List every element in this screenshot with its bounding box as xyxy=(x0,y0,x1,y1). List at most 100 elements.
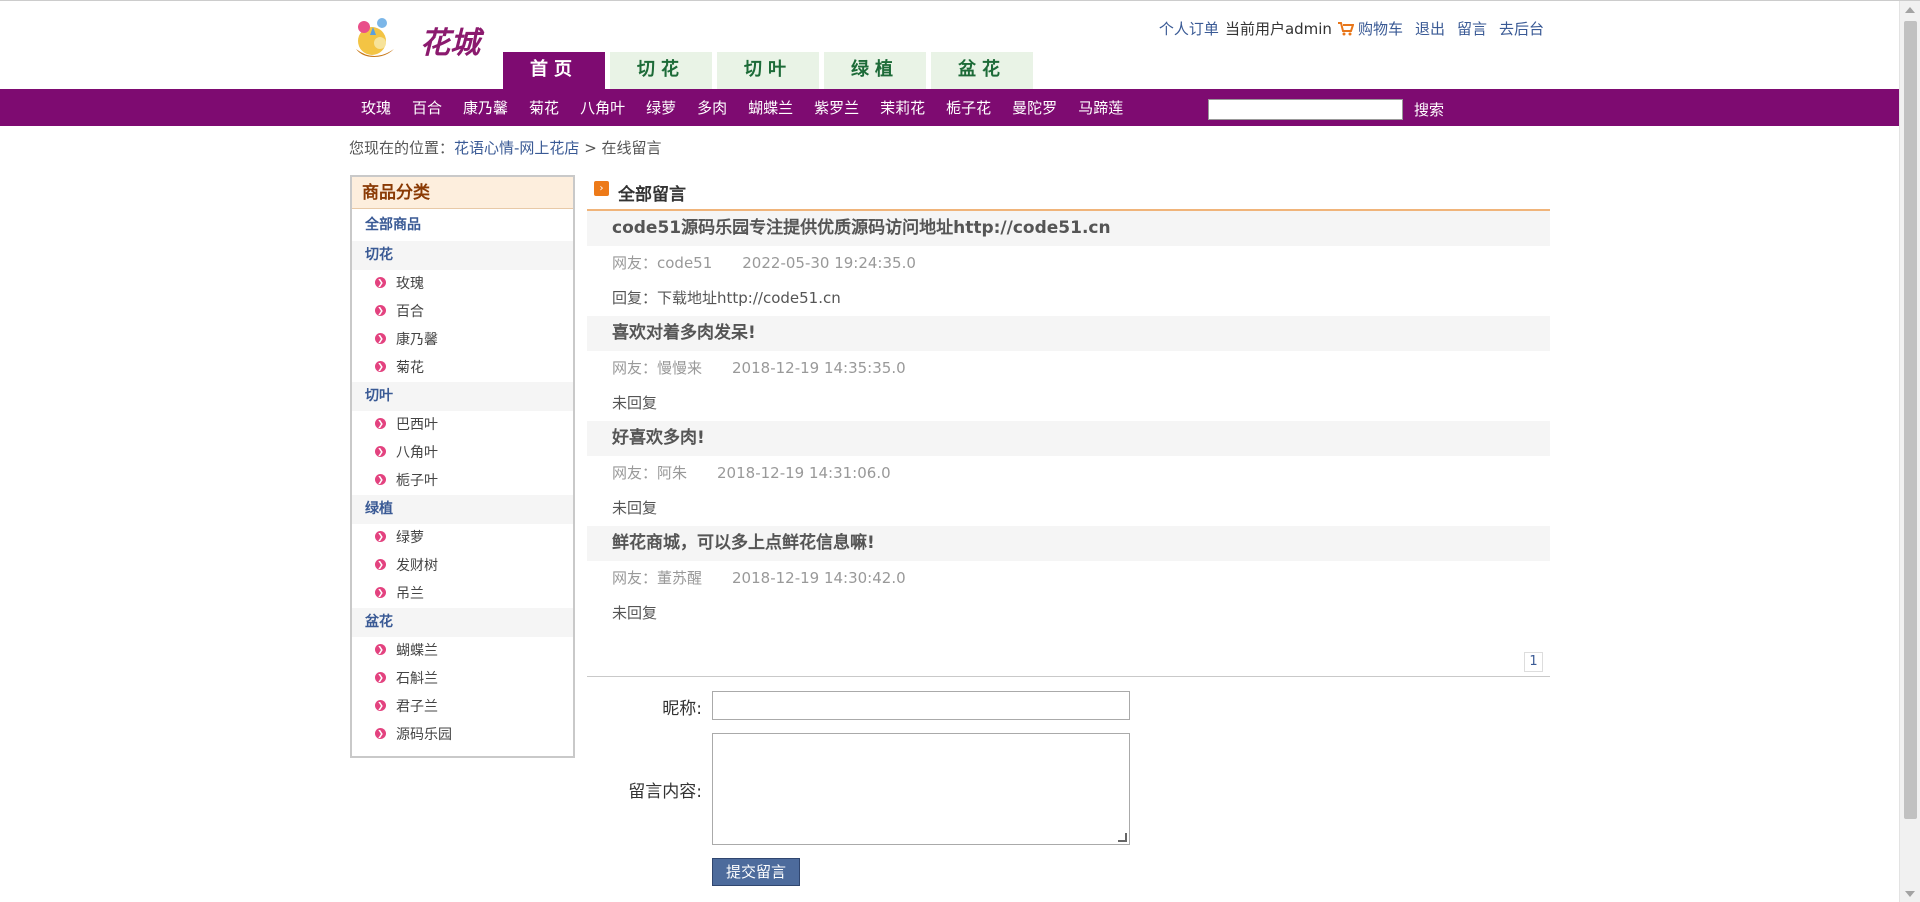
category-link[interactable]: 蝴蝶兰 xyxy=(748,97,793,118)
sidebar-group-cut-leaves[interactable]: 切叶 xyxy=(352,382,573,411)
category-link[interactable]: 玫瑰 xyxy=(361,97,391,118)
sidebar-item-label: 发财树 xyxy=(396,558,438,574)
scroll-thumb[interactable] xyxy=(1904,21,1917,819)
site-logo[interactable]: 花城 xyxy=(350,13,500,67)
search-input[interactable] xyxy=(1208,99,1403,120)
sidebar-item[interactable]: ❯ 栀子叶 xyxy=(352,467,573,495)
content-label: 留言内容: xyxy=(628,782,702,802)
bullet-icon: ❯ xyxy=(375,728,386,739)
search-button[interactable]: 搜索 xyxy=(1414,99,1444,120)
sidebar-item-label: 君子兰 xyxy=(396,699,438,715)
sidebar-item[interactable]: ❯ 八角叶 xyxy=(352,439,573,467)
breadcrumb-prefix: 您现在的位置： xyxy=(349,139,455,157)
tab-green-plants[interactable]: 绿植 xyxy=(824,52,926,89)
message-reply: 未回复 xyxy=(612,604,658,622)
sidebar-item[interactable]: ❯ 君子兰 xyxy=(352,693,573,721)
vertical-scrollbar[interactable] xyxy=(1899,1,1920,902)
message-item: 喜欢对着多肉发呆! 网友：慢慢来 2018-12-19 14:35:35.0 未回… xyxy=(587,316,1550,421)
sidebar-item[interactable]: ❯ 吊兰 xyxy=(352,580,573,608)
nickname-label: 昵称: xyxy=(662,699,702,719)
sidebar-item-all[interactable]: 全部商品 xyxy=(352,209,573,241)
message-date: 2018-12-19 14:35:35.0 xyxy=(732,359,906,377)
sidebar-item-label: 巴西叶 xyxy=(396,417,438,433)
sidebar-item[interactable]: ❯ 蝴蝶兰 xyxy=(352,637,573,665)
sidebar-item-label: 菊花 xyxy=(396,360,424,376)
category-link[interactable]: 栀子花 xyxy=(946,97,991,118)
resize-grip-icon[interactable] xyxy=(1118,833,1127,842)
message-meta: 网友：慢慢来 2018-12-19 14:35:35.0 xyxy=(587,351,1550,386)
message-content-textarea[interactable] xyxy=(712,733,1130,845)
sidebar-item[interactable]: ❯ 百合 xyxy=(352,298,573,326)
breadcrumb-home-link[interactable]: 花语心情-网上花店 xyxy=(454,139,579,157)
bullet-icon: ❯ xyxy=(375,305,386,316)
page-number[interactable]: 1 xyxy=(1524,652,1543,672)
message-title: code51源码乐园专注提供优质源码访问地址http://code51.cn xyxy=(587,211,1550,246)
bullet-icon: ❯ xyxy=(375,361,386,372)
sidebar-group-green-plants[interactable]: 绿植 xyxy=(352,495,573,524)
pagination: 1 xyxy=(587,648,1550,677)
sidebar-item[interactable]: ❯ 源码乐园 xyxy=(352,721,573,749)
messages-header: › 全部留言 xyxy=(587,175,1550,211)
logout-link[interactable]: 退出 xyxy=(1415,18,1445,39)
message-author: 网友：董苏醒 xyxy=(612,569,703,587)
orders-link[interactable]: 个人订单 xyxy=(1159,18,1219,39)
sidebar-group-potted-flowers[interactable]: 盆花 xyxy=(352,608,573,637)
sidebar-group-cut-flowers[interactable]: 切花 xyxy=(352,241,573,270)
sidebar-item-label: 康乃馨 xyxy=(396,332,438,348)
arrow-icon: › xyxy=(594,181,609,196)
sidebar-item[interactable]: ❯ 发财树 xyxy=(352,552,573,580)
sidebar-item-label: 玫瑰 xyxy=(396,276,424,292)
sidebar-item[interactable]: ❯ 菊花 xyxy=(352,354,573,382)
submit-message-button[interactable]: 提交留言 xyxy=(712,858,800,886)
sidebar-title: 商品分类 xyxy=(352,177,573,209)
category-link[interactable]: 茉莉花 xyxy=(880,97,925,118)
sidebar-item[interactable]: ❯ 巴西叶 xyxy=(352,411,573,439)
category-link[interactable]: 多肉 xyxy=(697,97,727,118)
admin-link[interactable]: 去后台 xyxy=(1499,18,1544,39)
page-title: 全部留言 xyxy=(618,185,686,205)
sidebar-item-label: 八角叶 xyxy=(396,445,438,461)
guestbook-link[interactable]: 留言 xyxy=(1457,18,1487,39)
bullet-icon: ❯ xyxy=(375,418,386,429)
sidebar-item-label: 百合 xyxy=(396,304,424,320)
nickname-input[interactable] xyxy=(712,691,1130,720)
message-date: 2022-05-30 19:24:35.0 xyxy=(742,254,916,272)
bullet-icon: ❯ xyxy=(375,700,386,711)
bullet-icon: ❯ xyxy=(375,587,386,598)
tab-cut-leaves[interactable]: 切叶 xyxy=(717,52,819,89)
category-link[interactable]: 八角叶 xyxy=(580,97,625,118)
page: 花城 个人订单 当前用户admin 购物车 退出 留言 去后台 首页 切花 切叶… xyxy=(0,0,1920,902)
bullet-icon: ❯ xyxy=(375,474,386,485)
breadcrumb-separator: > xyxy=(579,139,602,157)
sidebar-item[interactable]: ❯ 康乃馨 xyxy=(352,326,573,354)
message-item: code51源码乐园专注提供优质源码访问地址http://code51.cn 网… xyxy=(587,211,1550,316)
sidebar-item-label: 石斛兰 xyxy=(396,671,438,687)
category-link[interactable]: 绿萝 xyxy=(646,97,676,118)
category-link[interactable]: 康乃馨 xyxy=(463,97,508,118)
category-link[interactable]: 曼陀罗 xyxy=(1012,97,1057,118)
message-item: 好喜欢多肉! 网友：阿朱 2018-12-19 14:31:06.0 未回复 xyxy=(587,421,1550,526)
message-reply: 未回复 xyxy=(612,499,658,517)
logo-text: 花城 xyxy=(420,26,485,61)
category-link[interactable]: 紫罗兰 xyxy=(814,97,859,118)
tab-potted-flowers[interactable]: 盆花 xyxy=(931,52,1033,89)
sidebar-item-label: 源码乐园 xyxy=(396,727,452,743)
sidebar-item[interactable]: ❯ 石斛兰 xyxy=(352,665,573,693)
sidebar-item[interactable]: ❯ 玫瑰 xyxy=(352,270,573,298)
tab-home[interactable]: 首页 xyxy=(503,52,605,89)
tab-cut-flowers[interactable]: 切花 xyxy=(610,52,712,89)
message-reply: 回复：下载地址http://code51.cn xyxy=(612,289,841,307)
cart-link[interactable]: 购物车 xyxy=(1358,18,1403,39)
sidebar-item-label: 蝴蝶兰 xyxy=(396,643,438,659)
category-bar: 玫瑰 百合 康乃馨 菊花 八角叶 绿萝 多肉 蝴蝶兰 紫罗兰 茉莉花 栀子花 曼… xyxy=(0,89,1899,126)
messages-panel: › 全部留言 code51源码乐园专注提供优质源码访问地址http://code… xyxy=(587,175,1550,677)
sidebar-item-label: 绿萝 xyxy=(396,530,424,546)
category-link[interactable]: 马蹄莲 xyxy=(1078,97,1123,118)
category-link[interactable]: 百合 xyxy=(412,97,442,118)
bullet-icon: ❯ xyxy=(375,333,386,344)
scroll-down-icon[interactable] xyxy=(1905,891,1915,897)
scroll-up-icon[interactable] xyxy=(1905,7,1915,13)
sidebar-item[interactable]: ❯ 绿萝 xyxy=(352,524,573,552)
category-link[interactable]: 菊花 xyxy=(529,97,559,118)
category-links: 玫瑰 百合 康乃馨 菊花 八角叶 绿萝 多肉 蝴蝶兰 紫罗兰 茉莉花 栀子花 曼… xyxy=(361,89,1144,126)
